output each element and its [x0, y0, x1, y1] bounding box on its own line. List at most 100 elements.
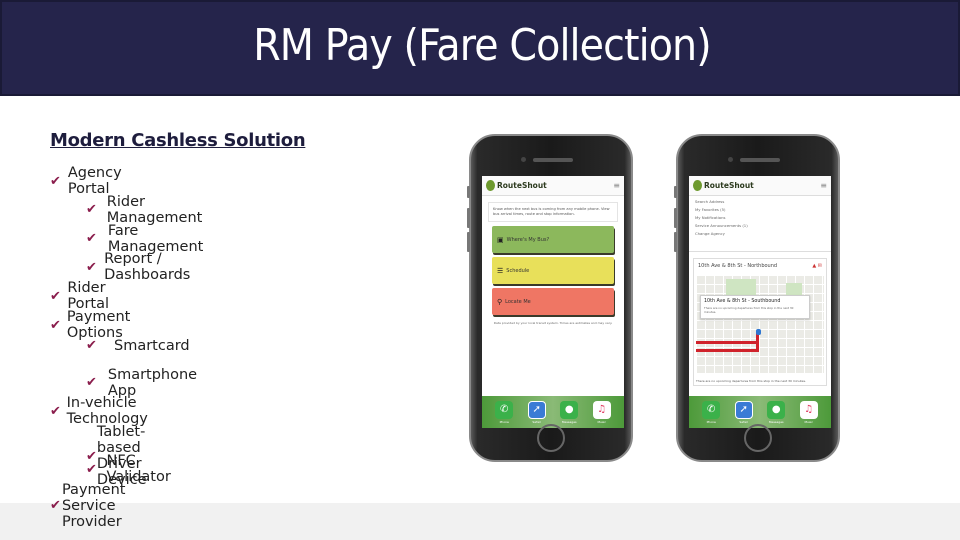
checkmark-icon: ✔ [86, 461, 97, 477]
side-menu: Search Address My Favorites (5) My Notif… [689, 196, 831, 252]
checkmark-icon: ✔ [86, 338, 97, 354]
phone-icon: ✆ [702, 400, 721, 419]
menu-item-search-address[interactable]: Search Address [695, 198, 825, 206]
bullet-item: ✔ Fare Management [86, 223, 210, 255]
home-button[interactable] [537, 424, 565, 452]
dock-app-messages[interactable]: ● Messages [767, 400, 786, 424]
tile-label: Schedule [506, 267, 530, 274]
bullet-text: Rider Management [106, 193, 203, 226]
app-label: Phone [706, 419, 716, 424]
slide: RM Pay (Fare Collection) Modern Cashless… [0, 0, 960, 530]
dock-app-music[interactable]: ♫ Music [592, 400, 611, 424]
menu-item-notifications[interactable]: My Notifications [695, 214, 825, 222]
leaf-logo-icon [486, 180, 495, 191]
compass-icon: ➚ [527, 400, 546, 419]
menu-item-change-agency[interactable]: Change Agency [695, 230, 825, 238]
menu-item-announcements[interactable]: Service Announcements (1) [695, 222, 825, 230]
music-note-icon: ♫ [592, 400, 611, 419]
phone-screen: RouteShout ≡ Search Address My Favorites… [689, 176, 831, 428]
speech-bubble-icon: ● [560, 400, 579, 419]
map-card-header: 10th Ave & 8th St - Northbound ▲ ✉ [694, 259, 826, 273]
checkmark-icon: ✔ [50, 403, 61, 419]
earpiece-speaker [740, 158, 780, 162]
compass-icon: ➚ [734, 400, 753, 419]
section-heading: Modern Cashless Solution [50, 130, 306, 151]
leaf-logo-icon [693, 180, 702, 191]
app-label: Messages [561, 419, 577, 424]
bullet-item: ✔ Payment Service Provider [50, 482, 141, 530]
app-label: Safari [739, 419, 749, 424]
checkmark-icon: ✔ [50, 173, 61, 189]
checkmark-icon: ✔ [86, 231, 97, 247]
bullet-item: ✔ NFC Validator [86, 453, 178, 485]
bullet-item: ✔ Rider Portal [50, 280, 120, 312]
title-banner: RM Pay (Fare Collection) [0, 0, 960, 96]
phone-mockup-home: RouteShout ≡ Know when the next bus is c… [467, 134, 633, 462]
app-label: Music [804, 419, 814, 424]
home-button[interactable] [744, 424, 772, 452]
tile-label: Where's My Bus? [506, 236, 550, 243]
popup-title: 10th Ave & 8th St - Southbound [704, 299, 781, 304]
location-pin-icon: ⚲ [497, 297, 503, 306]
bullet-text: Payment Service Provider [61, 481, 126, 530]
front-camera [728, 157, 733, 162]
checkmark-icon: ✔ [50, 498, 61, 514]
bullet-text: Payment Options [66, 309, 131, 341]
dock-app-phone[interactable]: ✆ Phone [702, 400, 721, 424]
bullet-item: ✔ Smartphone App [86, 367, 203, 399]
bullet-item: ✔ Report / Dashboards [86, 251, 200, 283]
bullet-text: In-vehicle Technology [66, 395, 148, 428]
menu-item-favorites[interactable]: My Favorites (5) [695, 206, 825, 214]
alert-bell-icon[interactable]: ▲ ✉ [812, 263, 822, 269]
dock-app-messages[interactable]: ● Messages [560, 400, 579, 424]
phone-volume-down [467, 232, 470, 252]
bullet-text: Rider Portal [67, 280, 110, 313]
checkmark-icon: ✔ [86, 259, 97, 275]
phone-volume-down [674, 232, 677, 252]
dock-app-safari[interactable]: ➚ Safari [734, 400, 753, 424]
bullet-text: Agency Portal [67, 165, 122, 197]
bus-marker-icon[interactable] [756, 329, 761, 335]
app-label: Phone [499, 419, 509, 424]
phone-mute-switch [467, 186, 470, 198]
wheres-my-bus-button[interactable]: ▣ Where's My Bus? [492, 226, 614, 253]
phone-mute-switch [674, 186, 677, 198]
intro-text: Know when the next bus is coming from an… [488, 202, 618, 222]
phone-mockup-map: RouteShout ≡ Search Address My Favorites… [674, 134, 840, 462]
dock-app-safari[interactable]: ➚ Safari [527, 400, 546, 424]
locate-me-button[interactable]: ⚲ Locate Me [492, 288, 614, 315]
map-card: 10th Ave & 8th St - Northbound ▲ ✉ 10th … [693, 258, 827, 386]
earpiece-speaker [533, 158, 573, 162]
app-header: RouteShout ≡ [482, 176, 624, 196]
bus-icon: ▣ [497, 235, 504, 244]
app-name: RouteShout [704, 181, 754, 190]
front-camera [521, 157, 526, 162]
bullet-text: Smartcard [114, 337, 190, 354]
phone-icon: ✆ [495, 400, 514, 419]
app-label: Music [597, 419, 607, 424]
app-label: Messages [768, 419, 784, 424]
checkmark-icon: ✔ [86, 202, 97, 218]
bullet-item: ✔ Smartcard [86, 338, 190, 354]
hamburger-menu-icon[interactable]: ≡ [820, 181, 827, 190]
bullet-text: NFC Validator [106, 453, 171, 485]
speech-bubble-icon: ● [767, 400, 786, 419]
popup-text: There are no upcoming departures from th… [704, 306, 794, 314]
route-map[interactable]: 10th Ave & 8th St - Southbound There are… [696, 275, 824, 373]
dock-app-music[interactable]: ♫ Music [799, 400, 818, 424]
schedule-button[interactable]: ☰ Schedule [492, 257, 614, 284]
music-note-icon: ♫ [799, 400, 818, 419]
dock-app-phone[interactable]: ✆ Phone [495, 400, 514, 424]
bullet-text: Fare Management [107, 222, 204, 255]
bullet-text: Smartphone App [107, 366, 198, 399]
checkmark-icon: ✔ [50, 317, 61, 333]
bullet-item: ✔ Payment Options [50, 309, 141, 341]
footnote: Data provided by your local transit syst… [493, 321, 613, 325]
tile-label: Locate Me [505, 298, 531, 305]
phone-volume-up [674, 208, 677, 228]
app-name: RouteShout [497, 181, 547, 190]
bullet-item: ✔ Agency Portal [50, 165, 132, 197]
hamburger-menu-icon[interactable]: ≡ [613, 181, 620, 190]
phone-volume-up [467, 208, 470, 228]
bus-route-line [696, 341, 758, 344]
